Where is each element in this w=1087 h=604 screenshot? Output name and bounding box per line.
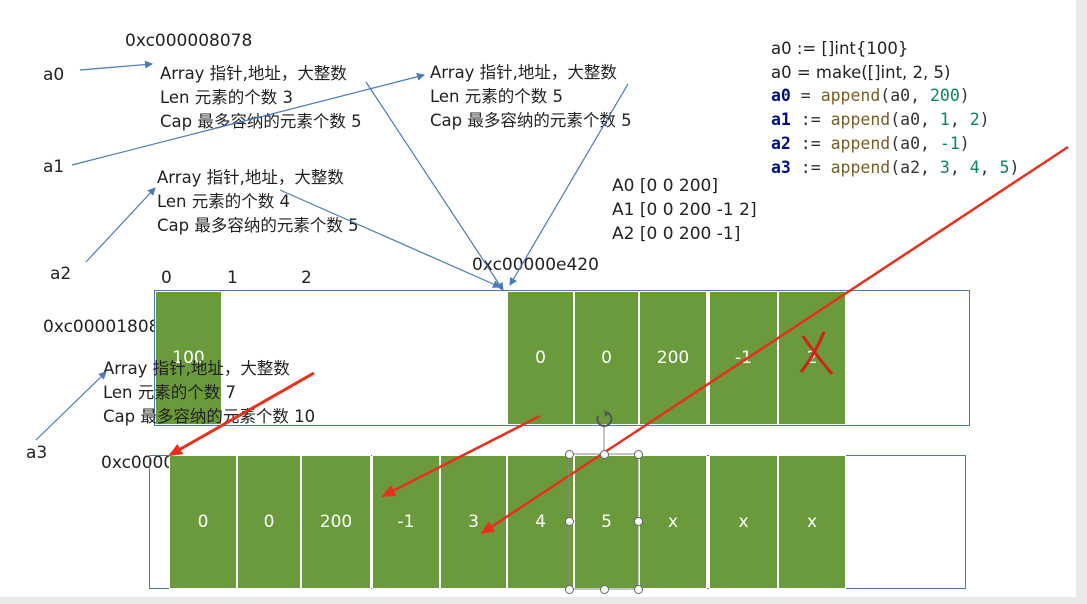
resize-handle[interactable] bbox=[634, 517, 643, 526]
resize-handle[interactable] bbox=[565, 517, 574, 526]
resize-handle[interactable] bbox=[565, 585, 574, 594]
red-arrow-a3-ptr bbox=[168, 371, 315, 457]
arrow-a0-to-header bbox=[79, 60, 153, 71]
arrow-a2-ptr bbox=[279, 189, 501, 288]
resize-handle[interactable] bbox=[600, 450, 609, 459]
resize-handle[interactable] bbox=[565, 450, 574, 459]
resize-handle[interactable] bbox=[634, 450, 643, 459]
arrow-overlay bbox=[35, 60, 1069, 590]
selection-outline bbox=[568, 453, 639, 590]
arrow-a1-to-header bbox=[71, 72, 425, 166]
arrow-a2-to-header bbox=[85, 187, 156, 263]
rotate-handle-icon bbox=[596, 410, 613, 427]
slide-canvas: 0xc000008078 0xc00000e420 0xc000018088 0… bbox=[0, 0, 1076, 597]
red-arrow-long bbox=[480, 145, 1069, 535]
arrow-a0-ptr bbox=[365, 81, 504, 291]
resize-handle[interactable] bbox=[634, 585, 643, 594]
arrow-a3-to-header bbox=[35, 371, 107, 441]
arrow-a1-ptr bbox=[509, 83, 629, 286]
resize-handle[interactable] bbox=[600, 585, 609, 594]
red-arrow-copy bbox=[381, 414, 541, 498]
red-x-mark bbox=[799, 331, 834, 375]
